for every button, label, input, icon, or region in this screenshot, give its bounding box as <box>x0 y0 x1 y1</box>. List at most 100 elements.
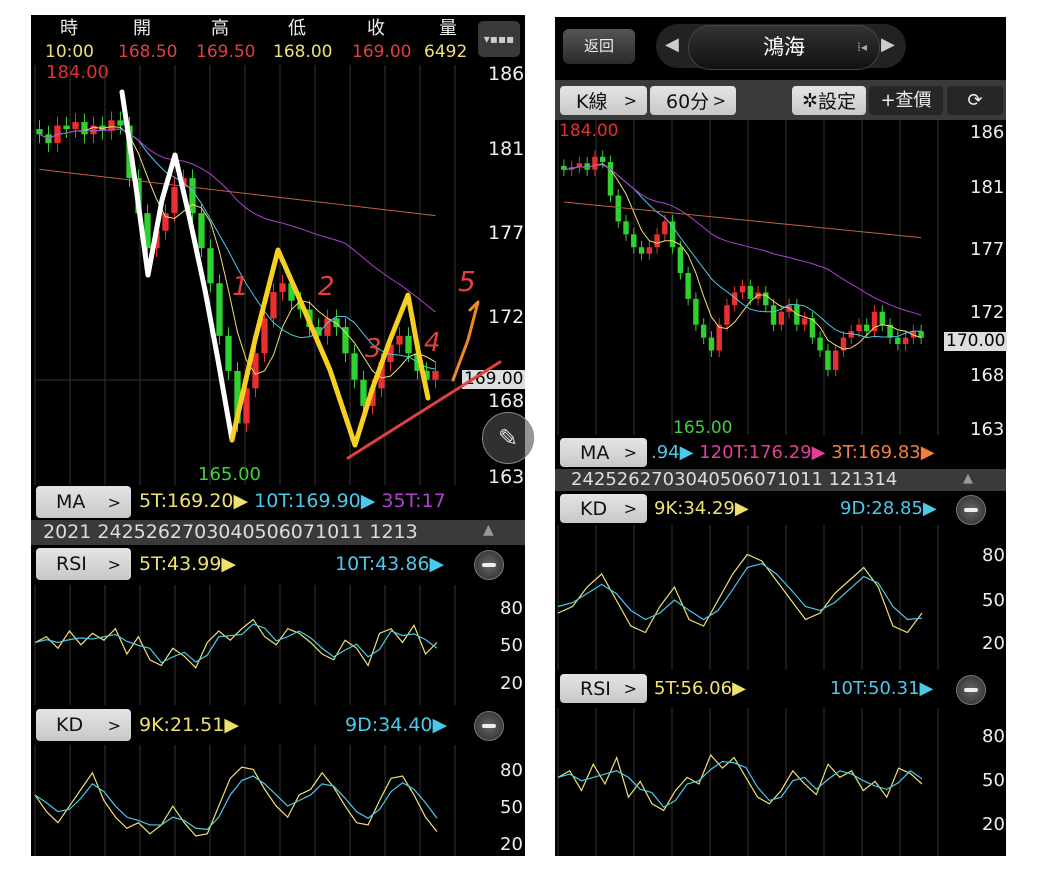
rsi-axis-50: 50 <box>500 635 523 656</box>
gear-icon: ✲ <box>802 89 818 112</box>
price-axis-label: 181 <box>488 138 525 160</box>
right-chart-panel <box>555 17 1006 856</box>
header-label: 時 <box>60 18 78 39</box>
quote-button[interactable]: +查價 <box>869 86 943 115</box>
annotation-2: 2 <box>318 272 335 302</box>
k-text: 9K:34.29 <box>654 498 735 519</box>
date-axis-bar[interactable]: 2021 2425262703040506071011 1213 ▲ <box>31 520 525 545</box>
min-price-label: 165.00 <box>198 464 261 485</box>
current-price-tag: 169.00 <box>462 369 526 389</box>
max-price-label: 184.00 <box>46 62 109 83</box>
kline-button[interactable]: K線 > <box>560 86 647 115</box>
ma3-value: 3T:169.83 <box>831 442 921 463</box>
remove-kd-button[interactable] <box>474 711 504 741</box>
ma-button[interactable]: MA > <box>560 438 647 467</box>
rsi10-text: 10T:43.86 <box>335 553 430 575</box>
annotation-1: 1 <box>232 272 249 302</box>
rsi-axis-80: 80 <box>982 726 1005 747</box>
chevron-right-icon: > <box>623 91 637 110</box>
ma-values: .94▶ 120T:176.29▶ 3T:169.83▶ <box>651 442 935 463</box>
header-value: 6492 <box>424 42 468 62</box>
d-text: 9D:34.40 <box>345 714 433 736</box>
settings-label: 設定 <box>817 91 856 113</box>
pen-tool-button[interactable]: ✎ <box>482 412 534 464</box>
date-labels: 2425262703040506071011 121314 <box>571 469 898 490</box>
price-axis-label: 172 <box>488 306 525 328</box>
rotate-screen-button[interactable]: ⟳ <box>947 86 1003 115</box>
price-axis-label: 181 <box>970 177 1005 198</box>
kd-axis-20: 20 <box>982 633 1005 654</box>
rsi10-value: 10T:43.86▶ <box>335 553 445 575</box>
chevron-right-icon: > <box>107 492 121 512</box>
rotate-icon: ⟳ <box>967 90 983 111</box>
kline-label: K線 <box>576 91 608 113</box>
rsi-button[interactable]: RSI > <box>36 548 131 580</box>
chevron-right-icon: > <box>623 679 637 698</box>
price-axis-label: 163 <box>488 466 525 488</box>
next-stock-arrow-icon[interactable]: ▶ <box>881 36 895 54</box>
annotation-5: 5 <box>458 265 476 298</box>
chevron-right-icon: > <box>107 554 121 574</box>
date-labels: 2021 2425262703040506071011 1213 <box>43 521 418 543</box>
chevron-right-icon: > <box>623 499 637 518</box>
rsi5-value: 5T:56.06▶ <box>654 678 746 699</box>
period-button[interactable]: 60分 > <box>650 86 736 115</box>
ma35-value: 35T:17 <box>381 490 446 512</box>
header-value: 168.00 <box>273 42 333 62</box>
current-price-tag: 170.00 <box>944 331 1008 351</box>
back-button[interactable]: 返回 <box>563 29 635 64</box>
quote-label: +查價 <box>880 90 932 111</box>
kd-button-label: KD <box>580 497 608 520</box>
header-label: 開 <box>133 18 151 39</box>
resize-handle-icon[interactable]: ▲ <box>483 523 494 537</box>
rsi-button[interactable]: RSI > <box>560 674 647 703</box>
ma-values: 5T:169.20▶ 10T:169.90▶ 35T:17 <box>139 490 446 512</box>
header-label: 高 <box>211 18 229 39</box>
ma120-value: 120T:176.29 <box>699 442 812 463</box>
remove-rsi-button[interactable] <box>474 550 504 580</box>
annotation-4: 4 <box>424 328 441 358</box>
header-value: 10:00 <box>45 42 94 62</box>
d-value: 9D:28.85▶ <box>840 498 937 519</box>
remove-kd-button[interactable] <box>956 495 986 525</box>
kd-button-label: KD <box>56 714 84 736</box>
d-value: 9D:34.40▶ <box>345 714 448 736</box>
rsi5-text: 5T:56.06 <box>654 678 733 699</box>
resize-handle-icon[interactable]: ▲ <box>963 472 973 485</box>
stock-list-icon: ⁞◂ <box>857 40 867 54</box>
header-value: 169.50 <box>196 42 256 62</box>
back-label: 返回 <box>583 37 614 55</box>
ma-button[interactable]: MA > <box>36 486 131 518</box>
max-price-label: 184.00 <box>559 121 619 141</box>
d-text: 9D:28.85 <box>840 498 923 519</box>
price-axis-label: 172 <box>970 302 1005 323</box>
rsi-button-label: RSI <box>580 677 611 700</box>
kd-button[interactable]: KD > <box>36 709 131 741</box>
k-value: 9K:21.51▶ <box>139 714 239 736</box>
ma10-value: .94 <box>651 442 680 463</box>
price-axis-label: 186 <box>488 63 525 85</box>
rsi-axis-80: 80 <box>500 598 523 619</box>
rsi5-value: 5T:43.99▶ <box>139 553 237 575</box>
k-value: 9K:34.29▶ <box>654 498 749 519</box>
price-axis-label: 168 <box>488 390 525 412</box>
ma5-value: 5T:169.20 <box>139 490 234 512</box>
ma10-value: 10T:169.90 <box>254 490 361 512</box>
price-axis-label: 177 <box>488 222 525 244</box>
kd-axis-80: 80 <box>500 760 523 781</box>
date-axis-bar[interactable]: 2425262703040506071011 121314 ▲ <box>555 469 1006 491</box>
kd-button[interactable]: KD > <box>560 494 647 523</box>
prev-stock-arrow-icon[interactable]: ◀ <box>665 36 679 54</box>
stock-name-button[interactable]: 鴻海 ⁞◂ <box>688 25 880 70</box>
header-label: 量 <box>439 18 457 39</box>
kd-axis-50: 50 <box>982 590 1005 611</box>
rsi-axis-20: 20 <box>500 673 523 694</box>
chart-type-menu-button[interactable]: ▾▪▪▪ <box>478 21 520 57</box>
rsi10-text: 10T:50.31 <box>830 678 920 699</box>
remove-rsi-button[interactable] <box>956 675 986 705</box>
price-axis-label: 177 <box>970 239 1005 260</box>
header-value: 168.50 <box>118 42 178 62</box>
price-axis-label: 168 <box>970 365 1005 386</box>
settings-button[interactable]: ✲ 設定 <box>792 86 866 115</box>
ma-button-label: MA <box>580 441 610 464</box>
